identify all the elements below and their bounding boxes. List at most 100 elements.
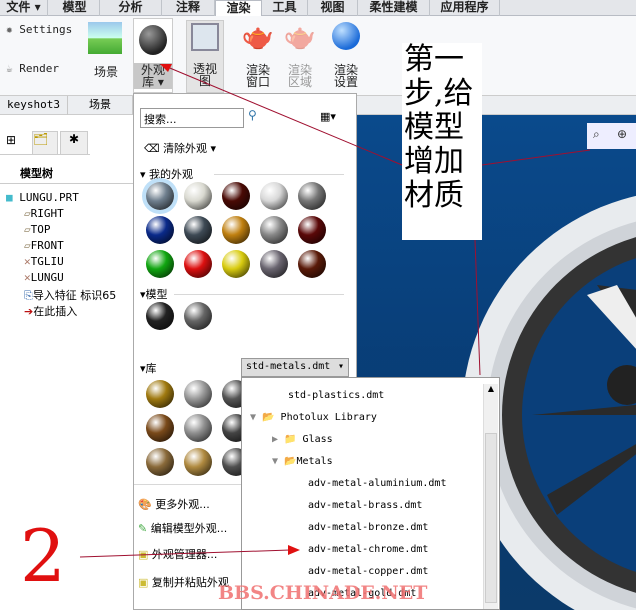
tab-render[interactable]: 渲染 bbox=[215, 0, 262, 17]
appearance-swatch[interactable] bbox=[146, 182, 174, 210]
tree-item-insert-here[interactable]: ➔在此插入 bbox=[24, 303, 77, 319]
model-heading[interactable]: ▾模型 bbox=[140, 286, 168, 302]
appearance-swatch[interactable] bbox=[260, 182, 288, 210]
open-folder-icon: 📂 bbox=[262, 412, 275, 423]
tree-item-part[interactable]: ■ LUNGU.PRT bbox=[6, 191, 79, 204]
appearance-swatch[interactable] bbox=[146, 302, 174, 330]
appearance-library-button[interactable]: 外观 库 ▾ bbox=[133, 18, 173, 93]
appearance-swatch[interactable] bbox=[146, 414, 174, 442]
appearance-swatch[interactable] bbox=[222, 216, 250, 244]
step-2-annotation: 2 bbox=[20, 514, 66, 598]
copy-appearance-icon: ▣ bbox=[138, 576, 149, 589]
search-icon[interactable]: ⚲ bbox=[248, 108, 257, 122]
appearance-manager-item[interactable]: ▣ 外观管理器... bbox=[138, 546, 217, 562]
scrollbar-thumb[interactable] bbox=[485, 433, 497, 603]
navigator-tabs: ⊞ 🗂 ✱ bbox=[0, 129, 90, 155]
landscape-icon bbox=[88, 22, 122, 54]
appearance-swatch[interactable] bbox=[222, 250, 250, 278]
library-heading[interactable]: ▾库 bbox=[140, 360, 157, 376]
insert-arrow-icon: ➔ bbox=[24, 305, 34, 318]
appearance-swatch[interactable] bbox=[298, 216, 326, 244]
list-item-file[interactable]: std-plastics.dmt bbox=[288, 390, 384, 401]
scroll-up-icon[interactable]: ▲ bbox=[484, 384, 498, 393]
expanded-arrow-icon: ▼ bbox=[272, 456, 279, 467]
tree-item-datum-plane[interactable]: ▱TOP bbox=[24, 223, 51, 236]
more-appearances-item[interactable]: 🎨 更多外观... bbox=[138, 496, 210, 512]
appearance-swatch[interactable] bbox=[260, 216, 288, 244]
perspective-view-button[interactable]: 透视 图 bbox=[186, 20, 224, 93]
settings-button[interactable]: ✹ Settings bbox=[6, 24, 72, 36]
render-window-button[interactable]: 🫖 渲染 窗口 bbox=[240, 22, 276, 88]
appearance-swatch[interactable] bbox=[184, 414, 212, 442]
appearance-swatch[interactable] bbox=[298, 182, 326, 210]
tree-item-datum-plane[interactable]: ▱FRONT bbox=[24, 239, 64, 252]
list-item-folder[interactable]: ▼ 📂Metals bbox=[272, 456, 333, 467]
tree-item-datum-plane[interactable]: ▱RIGHT bbox=[24, 207, 64, 220]
folder-browser-tab-icon[interactable]: 🗂 bbox=[32, 131, 58, 155]
appearance-swatch[interactable] bbox=[184, 380, 212, 408]
list-item-file[interactable]: adv-metal-aluminium.dmt bbox=[308, 478, 446, 489]
tab-applications[interactable]: 应用程序 bbox=[430, 0, 500, 16]
tree-item-csys[interactable]: ✕TGLIU bbox=[24, 255, 64, 268]
teapot-icon: ☕ bbox=[6, 62, 13, 75]
part-icon: ■ bbox=[6, 191, 13, 204]
cube-icon bbox=[191, 23, 219, 51]
appearance-swatch[interactable] bbox=[184, 302, 212, 330]
list-item-folder[interactable]: ▶ 📁 Glass bbox=[272, 434, 333, 445]
tab-analysis[interactable]: 分析 bbox=[100, 0, 162, 16]
clear-appearance-button[interactable]: ⌫ 清除外观 ▾ bbox=[144, 140, 216, 156]
appearance-swatch[interactable] bbox=[298, 250, 326, 278]
teapot-icon: 🫖 bbox=[241, 22, 275, 52]
divider bbox=[214, 174, 344, 175]
tab-annotate[interactable]: 注释 bbox=[162, 0, 215, 16]
view-options-icon[interactable]: ▦▾ bbox=[320, 110, 336, 123]
tree-item-csys[interactable]: ✕LUNGU bbox=[24, 271, 64, 284]
edit-model-appearance-item[interactable]: ✎ 编辑模型外观... bbox=[138, 520, 227, 536]
palette-icon: 🎨 bbox=[138, 498, 152, 511]
appearance-swatch[interactable] bbox=[146, 216, 174, 244]
ribbon: ✹ Settings ☕ Render 场景 外观 库 ▾ 透视 图 🫖 渲染 窗… bbox=[0, 16, 636, 95]
tab-model[interactable]: 模型 bbox=[50, 0, 100, 16]
appearance-search-input[interactable]: 搜索... bbox=[140, 108, 244, 128]
appearance-swatch[interactable] bbox=[184, 250, 212, 278]
library-file-select[interactable]: std-metals.dmt ▾ bbox=[241, 358, 349, 377]
import-feature-icon: ⎘ bbox=[24, 289, 33, 302]
appearance-swatch[interactable] bbox=[146, 250, 174, 278]
list-item-file[interactable]: adv-metal-copper.dmt bbox=[308, 566, 428, 577]
tab-tools[interactable]: 工具 bbox=[262, 0, 308, 16]
list-item-file[interactable]: adv-metal-chrome.dmt bbox=[308, 544, 428, 555]
expanded-arrow-icon: ▼ bbox=[250, 412, 257, 423]
tree-item-import-feature[interactable]: ⎘导入特征 标识65 bbox=[24, 287, 116, 303]
copy-paste-appearance-item[interactable]: ▣ 复制并粘贴外观 bbox=[138, 574, 229, 590]
appearance-swatch[interactable] bbox=[260, 250, 288, 278]
appearance-swatch[interactable] bbox=[146, 448, 174, 476]
render-button[interactable]: ☕ Render bbox=[6, 63, 59, 75]
group-keyshot: keyshot3 bbox=[0, 96, 68, 115]
render-setup-button[interactable]: 渲染 设置 bbox=[328, 22, 364, 88]
model-tree-tab-icon[interactable]: ⊞ bbox=[6, 133, 16, 147]
scene-button[interactable]: 场景 bbox=[88, 22, 124, 78]
render-region-button[interactable]: 🫖 渲染 区域 bbox=[282, 22, 318, 88]
tab-view[interactable]: 视图 bbox=[308, 0, 358, 16]
tab-flexible-modeling[interactable]: 柔性建模 bbox=[358, 0, 430, 16]
list-item-file[interactable]: adv-metal-bronze.dmt bbox=[308, 522, 428, 533]
ribbon-tabs: 文件 ▾ 模型 分析 注释 渲染 工具 视图 柔性建模 应用程序 bbox=[0, 0, 636, 17]
list-item-folder[interactable]: ▼ 📂 Photolux Library bbox=[250, 412, 377, 423]
appearance-swatch[interactable] bbox=[184, 182, 212, 210]
divider bbox=[0, 183, 133, 184]
library-file-list: std-plastics.dmt ▼ 📂 Photolux Library ▶ … bbox=[241, 377, 500, 610]
divider bbox=[174, 294, 344, 295]
appearance-swatch[interactable] bbox=[184, 448, 212, 476]
list-scrollbar[interactable]: ▲ bbox=[483, 384, 498, 609]
favorites-tab-icon[interactable]: ✱ bbox=[60, 131, 88, 155]
open-folder-icon: 📂 bbox=[284, 456, 297, 467]
step-1-annotation: 第一步,给模型增加材质 bbox=[402, 43, 482, 240]
appearance-swatch[interactable] bbox=[184, 216, 212, 244]
teapot-icon: 🫖 bbox=[283, 22, 317, 52]
my-appearances-heading[interactable]: ▾ 我的外观 bbox=[140, 166, 193, 182]
appearance-swatch[interactable] bbox=[222, 182, 250, 210]
tab-file[interactable]: 文件 ▾ bbox=[0, 0, 48, 16]
appearance-swatch[interactable] bbox=[146, 380, 174, 408]
plane-icon: ▱ bbox=[24, 239, 31, 252]
list-item-file[interactable]: adv-metal-brass.dmt bbox=[308, 500, 422, 511]
